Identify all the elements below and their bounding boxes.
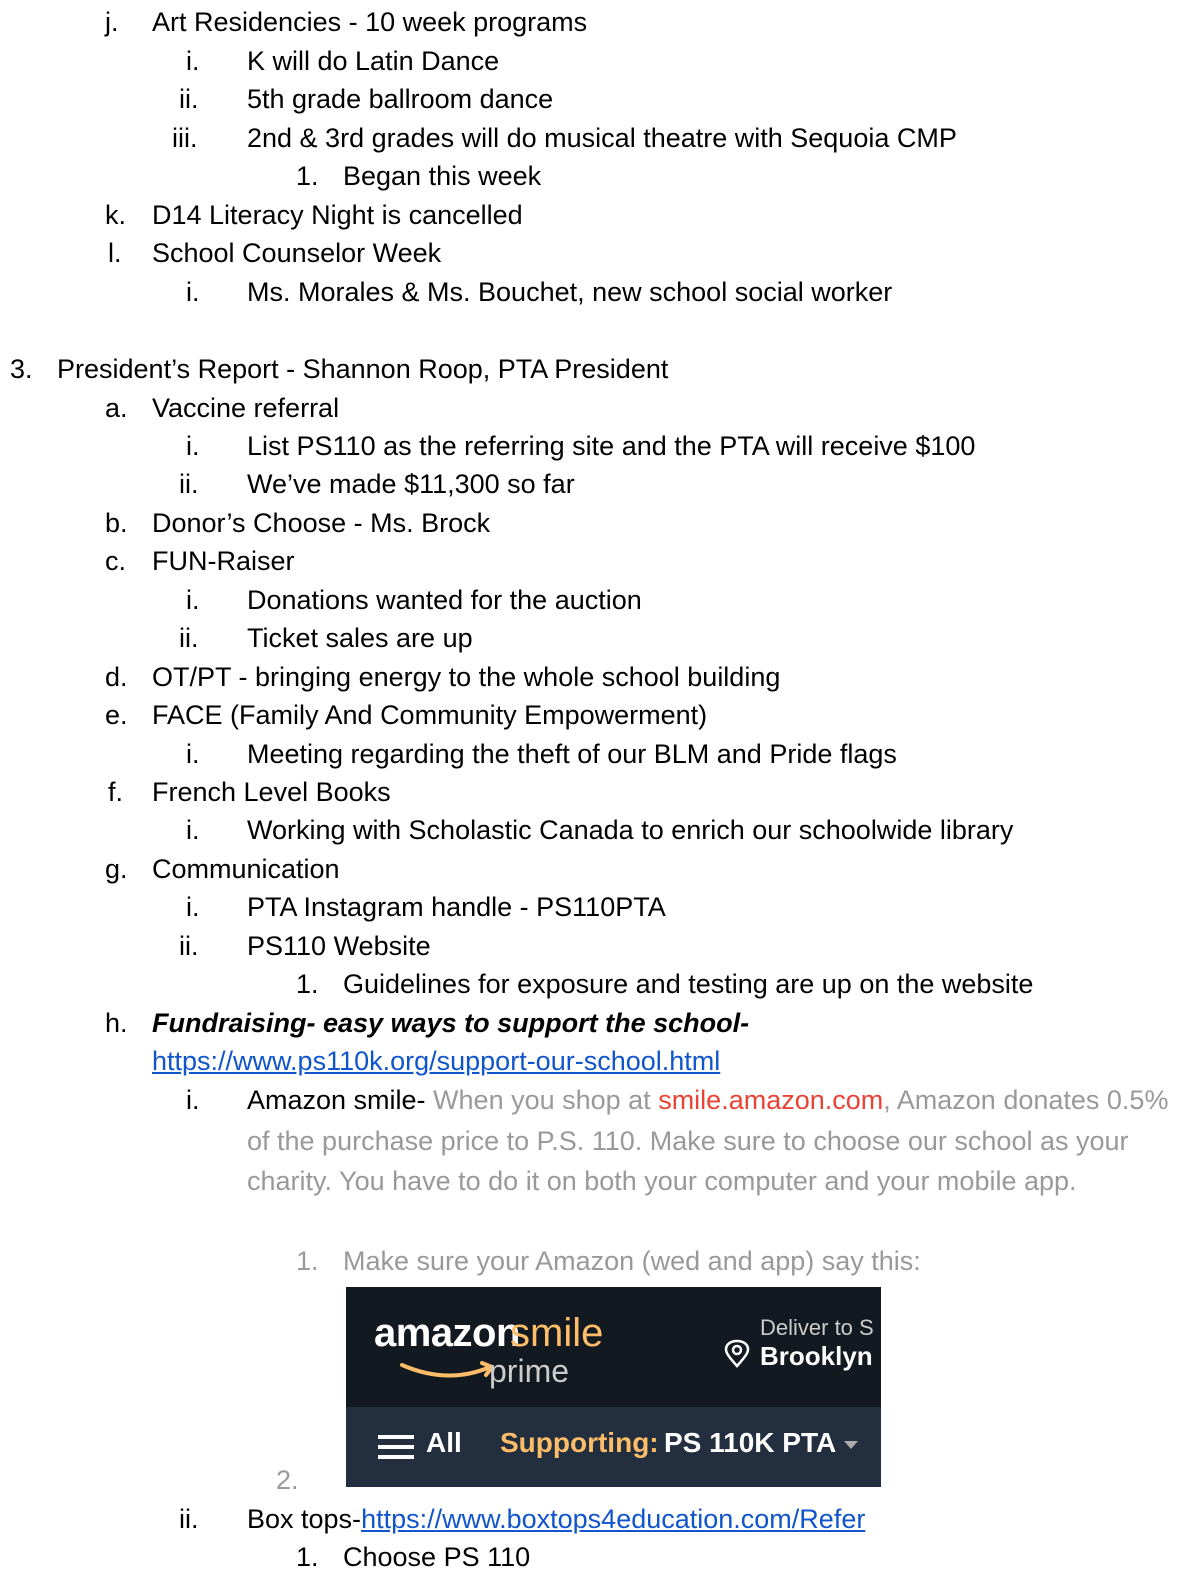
list-item-text: 2nd & 3rd grades will do musical theatre… [247,123,957,153]
amazon-smile-arrow-icon [400,1361,494,1378]
amazon-smile-logo-text: smile [510,1311,604,1355]
list-item-text: Ms. Morales & Ms. Bouchet, new school so… [247,277,893,307]
list-item-text: K will do Latin Dance [247,46,500,76]
list-item-text: Guidelines for exposure and testing are … [343,969,1034,999]
list-item-text: PS110 Website [247,931,431,961]
list-item-text: Make sure your Amazon (wed and app) say … [343,1246,921,1276]
list-marker: l. [108,238,122,268]
list-marker: i. [186,892,200,922]
list-marker: iii. [172,123,198,153]
list-item-text: FUN-Raiser [152,546,295,576]
list-marker: ii. [179,931,199,961]
list-marker: 1. [296,1542,319,1572]
list-marker: ii. [179,469,199,499]
list-item-text: French Level Books [152,777,391,807]
list-item-text: We’ve made $11,300 so far [247,469,575,499]
list-marker: e. [105,700,128,730]
location-pin-icon [724,1339,750,1368]
amazon-smile-banner-image: amazon smile prime Deliver to S Brooklyn… [346,1287,881,1487]
list-item-text: President’s Report - Shannon Roop, PTA P… [57,354,669,384]
list-marker: 1. [296,161,319,191]
list-item-text: Choose PS 110 [343,1542,531,1572]
list-item-text: Began this week [343,161,542,191]
box-tops-link[interactable]: https://www.boxtops4education.com/Refer [361,1504,865,1534]
amazon-prime-text: prime [489,1353,570,1389]
list-item-text: Donor’s Choose - Ms. Brock [152,508,491,538]
list-item-text: Communication [152,854,340,884]
list-marker: j. [105,7,119,37]
amazon-logo-text: amazon [374,1311,520,1355]
list-marker: d. [105,662,128,692]
list-marker: 1. [296,969,319,999]
amazon-smile-text: When you shop at [425,1085,659,1115]
list-marker: c. [105,546,127,576]
amazon-header-bar: amazon smile prime Deliver to S Brooklyn [346,1287,881,1407]
list-marker: 3. [10,354,33,384]
list-marker: 2. [276,1465,299,1495]
smile-amazon-link[interactable]: smile.amazon.com [658,1085,883,1115]
hamburger-menu-icon [378,1435,414,1459]
list-item-text: List PS110 as the referring site and the… [247,431,976,461]
support-school-link[interactable]: https://www.ps110k.org/support-our-schoo… [152,1045,720,1077]
list-marker: a. [105,393,128,423]
caret-down-icon [844,1441,858,1449]
list-marker: ii. [179,84,199,114]
list-marker: i. [186,46,200,76]
list-item-text: School Counselor Week [152,238,442,268]
box-tops-label: Box tops- [247,1504,362,1534]
supporting-label: Supporting: [500,1427,659,1458]
deliver-city: Brooklyn [760,1341,873,1371]
list-item-text: Meeting regarding the theft of our BLM a… [247,739,897,769]
list-item-text: Ticket sales are up [247,623,473,653]
box-tops-item: Box tops-https://www.boxtops4education.c… [247,1503,865,1535]
deliver-to-label: Deliver to S [760,1315,874,1340]
list-marker: i. [186,585,200,615]
list-item-text: Working with Scholastic Canada to enrich… [247,815,1014,845]
list-item-text: Art Residencies - 10 week programs [152,7,588,37]
list-marker: b. [105,508,128,538]
fundraising-title: Fundraising- easy ways to support the sc… [152,1008,750,1038]
list-item-text: OT/PT - bringing energy to the whole sch… [152,662,781,692]
list-marker: k. [105,200,127,230]
list-marker: 1. [296,1246,319,1276]
list-marker: i. [186,431,200,461]
list-item-text: 5th grade ballroom dance [247,84,554,114]
amazon-smile-paragraph: Amazon smile- When you shop at smile.ama… [247,1080,1187,1202]
list-marker: i. [186,277,200,307]
list-marker: h. [105,1008,128,1038]
list-marker: i. [186,815,200,845]
list-marker: g. [105,854,128,884]
list-marker: i. [186,739,200,769]
list-marker: ii. [179,623,199,653]
amazon-nav-bar: All Supporting: PS 110K PTA [346,1407,881,1487]
list-marker: f. [108,777,124,807]
all-menu-label: All [426,1427,462,1458]
list-marker: ii. [179,1504,199,1534]
supporting-charity: PS 110K PTA [664,1427,837,1458]
list-marker: i. [186,1085,200,1115]
list-item-text: D14 Literacy Night is cancelled [152,200,523,230]
list-item-text: Donations wanted for the auction [247,585,642,615]
list-item-text: FACE (Family And Community Empowerment) [152,700,708,730]
list-item-text: Vaccine referral [152,393,340,423]
list-item-text: PTA Instagram handle - PS110PTA [247,892,666,922]
amazon-smile-label: Amazon smile- [247,1085,426,1115]
